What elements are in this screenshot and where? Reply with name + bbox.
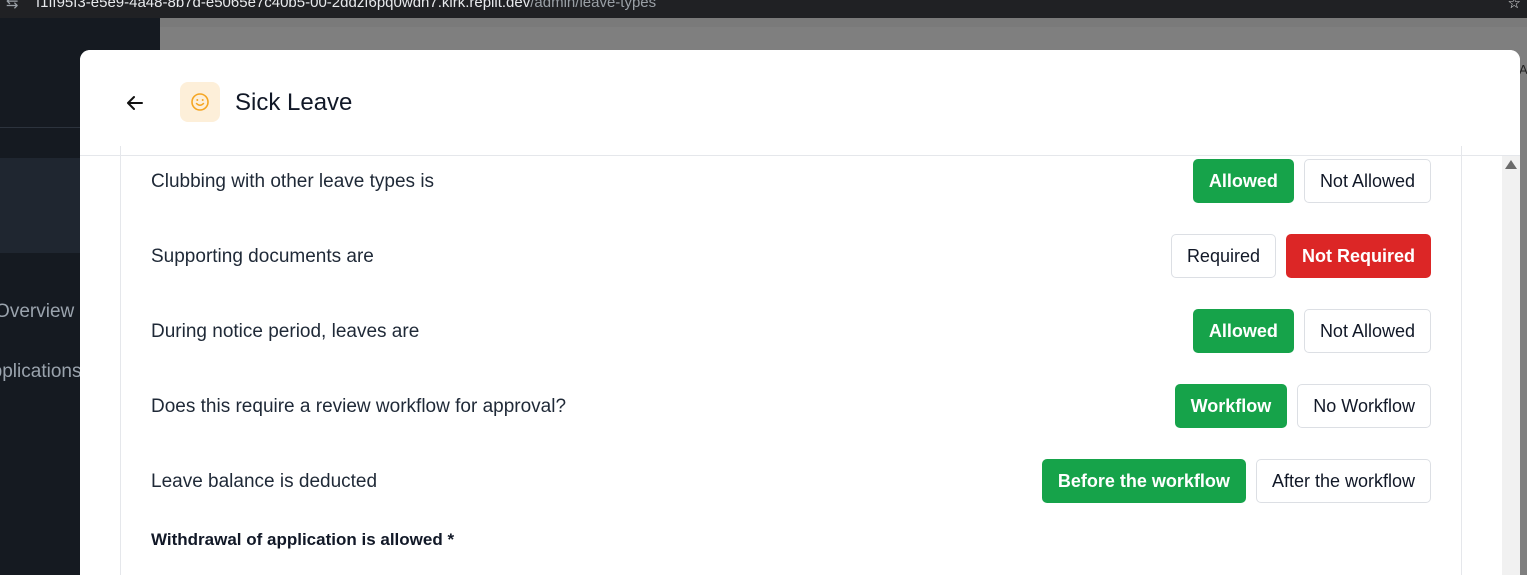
- modal-scrollbar[interactable]: [1502, 156, 1520, 575]
- rule-row-balance-deduction: Leave balance is deducted Before the wor…: [121, 459, 1461, 505]
- after-workflow-button[interactable]: After the workflow: [1255, 459, 1431, 503]
- workflow-button[interactable]: Workflow: [1174, 384, 1288, 428]
- back-button[interactable]: [120, 88, 150, 118]
- scroll-up-arrow-icon[interactable]: [1505, 160, 1517, 169]
- not-allowed-button[interactable]: Not Allowed: [1303, 309, 1431, 353]
- withdrawal-field-label: Withdrawal of application is allowed *: [151, 530, 455, 549]
- rule-label: During notice period, leaves are: [151, 321, 420, 342]
- not-allowed-button[interactable]: Not Allowed: [1303, 159, 1431, 203]
- sidebar-item-label: Leave Overview: [0, 301, 75, 322]
- allowed-button[interactable]: Allowed: [1192, 309, 1294, 353]
- no-workflow-button[interactable]: No Workflow: [1297, 384, 1431, 428]
- url-text[interactable]: f1ff95f3-e5e9-4a48-8b7d-e5065e7c40b5-00-…: [36, 0, 656, 11]
- site-info-icon[interactable]: ⇆: [6, 0, 19, 12]
- rule-options: Allowed Not Allowed: [1192, 309, 1431, 355]
- page-title: Sick Leave: [235, 89, 353, 116]
- browser-address-bar: ⇆ f1ff95f3-e5e9-4a48-8b7d-e5065e7c40b5-0…: [0, 0, 1527, 18]
- sidebar-item-leave-overview[interactable]: Leave Overview: [0, 301, 80, 323]
- before-workflow-button[interactable]: Before the workflow: [1041, 459, 1246, 503]
- required-button[interactable]: Required: [1170, 234, 1276, 278]
- sidebar-item-applications[interactable]: Applications: [0, 361, 80, 383]
- rule-row-notice-period: During notice period, leaves are Allowed…: [121, 309, 1461, 355]
- rule-label: Leave balance is deducted: [151, 471, 378, 492]
- rule-options: Allowed Not Allowed: [1192, 159, 1431, 205]
- rule-row-review-workflow: Does this require a review workflow for …: [121, 384, 1461, 430]
- rule-label: Clubbing with other leave types is: [151, 171, 435, 192]
- leave-type-modal: Sick Leave Clubbing with other leave typ…: [80, 50, 1520, 575]
- url-path: /admin/leave-types: [530, 0, 657, 11]
- not-required-button[interactable]: Not Required: [1285, 234, 1431, 278]
- background-text-snippet: Ap: [1519, 62, 1527, 77]
- rule-row-clubbing: Clubbing with other leave types is Allow…: [121, 159, 1461, 205]
- rule-label: Does this require a review workflow for …: [151, 396, 567, 417]
- modal-header: Sick Leave: [80, 50, 1520, 156]
- rule-options: Required Not Required: [1170, 234, 1431, 280]
- leave-type-icon-box: [180, 82, 220, 122]
- rule-options: Workflow No Workflow: [1174, 384, 1431, 430]
- bookmark-star-icon[interactable]: ☆: [1508, 0, 1521, 12]
- allowed-button[interactable]: Allowed: [1192, 159, 1294, 203]
- rule-options: Before the workflow After the workflow: [1041, 459, 1431, 505]
- rule-label: Supporting documents are: [151, 246, 374, 267]
- sidebar-item-label: Applications: [0, 361, 80, 382]
- modal-scroll-area[interactable]: Clubbing with other leave types is Allow…: [80, 146, 1520, 575]
- rule-row-supporting-documents: Supporting documents are Required Not Re…: [121, 234, 1461, 280]
- arrow-left-icon: [127, 96, 143, 110]
- rules-card: Clubbing with other leave types is Allow…: [120, 146, 1462, 575]
- url-host: f1ff95f3-e5e9-4a48-8b7d-e5065e7c40b5-00-…: [36, 0, 531, 11]
- smiley-face-icon: [191, 93, 209, 111]
